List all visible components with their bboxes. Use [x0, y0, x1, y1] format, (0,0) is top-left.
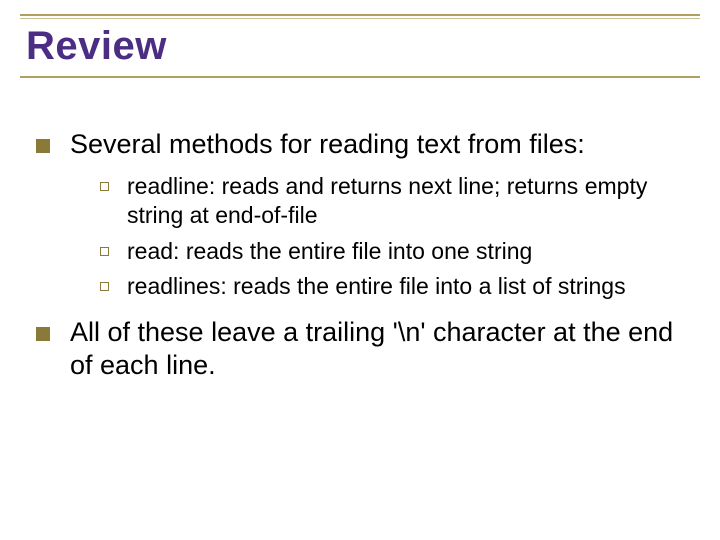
square-bullet-icon [36, 327, 50, 341]
sub-bullet-item: readline: reads and returns next line; r… [100, 172, 690, 231]
sub-bullet-text: read: reads the entire file into one str… [127, 237, 690, 266]
bullet-text: All of these leave a trailing '\n' chara… [70, 316, 690, 384]
square-bullet-icon [36, 139, 50, 153]
hollow-square-icon [100, 247, 109, 256]
bullet-item: All of these leave a trailing '\n' chara… [36, 316, 690, 384]
slide-body: Several methods for reading text from fi… [36, 128, 690, 393]
rule-under-title [20, 76, 700, 78]
hollow-square-icon [100, 182, 109, 191]
sub-bullet-item: read: reads the entire file into one str… [100, 237, 690, 266]
rule-top-thin [20, 18, 700, 19]
slide-title: Review [26, 24, 167, 69]
bullet-text: Several methods for reading text from fi… [70, 128, 690, 162]
slide: Review Several methods for reading text … [0, 0, 720, 540]
sub-bullet-text: readlines: reads the entire file into a … [127, 272, 690, 301]
hollow-square-icon [100, 282, 109, 291]
sub-bullet-item: readlines: reads the entire file into a … [100, 272, 690, 301]
sub-list: readline: reads and returns next line; r… [100, 172, 690, 302]
bullet-item: Several methods for reading text from fi… [36, 128, 690, 162]
sub-bullet-text: readline: reads and returns next line; r… [127, 172, 690, 231]
rule-top [20, 14, 700, 16]
